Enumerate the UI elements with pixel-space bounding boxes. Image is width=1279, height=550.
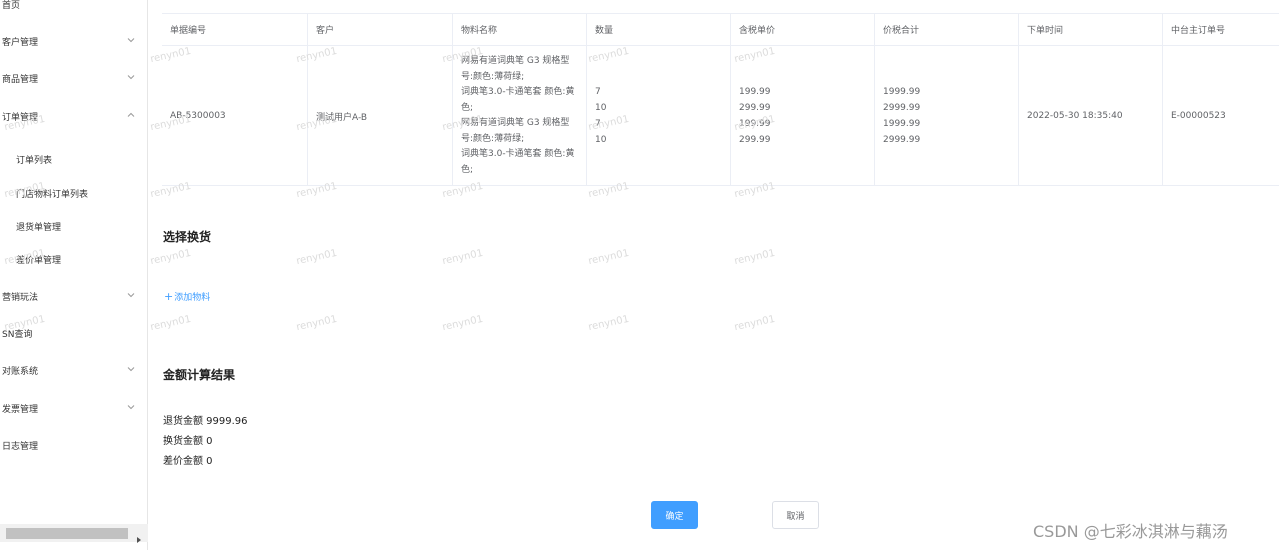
sidebar-item-label: 订单管理: [2, 112, 39, 123]
return-amount: 退货金额 9999.96: [163, 416, 248, 427]
table-row: AB-5300003 测试用户A-B 网易有道词典笔 G3 规格型 号:颜色:薄…: [162, 46, 1279, 186]
sidebar-item-label: 客户管理: [2, 37, 39, 48]
sidebar-item-label: SN查询: [2, 329, 33, 340]
sidebar-item-returns[interactable]: 退货单管理: [0, 214, 148, 238]
scroll-right-icon[interactable]: [135, 529, 143, 543]
material-line: 号:颜色:薄荷绿;: [461, 133, 525, 144]
sidebar-item-label: 首页: [2, 0, 21, 11]
sidebar-item-products[interactable]: 商品管理: [0, 66, 148, 90]
total-value: 1999.99: [883, 119, 921, 129]
result-section-title: 金额计算结果: [163, 368, 236, 382]
sidebar-item-invoices[interactable]: 发票管理: [0, 396, 148, 420]
chevron-down-icon: [127, 73, 135, 81]
cancel-button[interactable]: 取消: [772, 501, 819, 529]
cell-customer: 测试用户A-B: [308, 46, 453, 186]
material-line: 色;: [461, 102, 474, 113]
chevron-down-icon: [127, 365, 135, 373]
sidebar-item-logs[interactable]: 日志管理: [0, 433, 148, 457]
cell-unit-prices: 199.99 299.99 199.99 299.99: [731, 46, 875, 186]
sidebar-scrollbar[interactable]: [0, 524, 148, 543]
column-header: 含税单价: [731, 14, 875, 45]
cell-order-time: 2022-05-30 18:35:40: [1019, 46, 1163, 186]
column-header: 物料名称: [453, 14, 587, 45]
diff-amount: 差价金额 0: [163, 456, 213, 467]
sidebar-item-price-diff[interactable]: 差价单管理: [0, 247, 148, 271]
total-value: 1999.99: [883, 87, 921, 97]
total-value: 2999.99: [883, 135, 921, 145]
material-line: 词典笔3.0-卡通笔套 颜色:黄: [461, 87, 575, 97]
unit-price-value: 299.99: [739, 135, 771, 145]
material-line: 色;: [461, 164, 474, 175]
plus-icon: +: [164, 290, 174, 303]
column-header: 下单时间: [1019, 14, 1163, 45]
add-material-link[interactable]: + 添加物料: [164, 290, 210, 303]
chevron-down-icon: [127, 36, 135, 44]
exchange-section-title: 选择换货: [163, 230, 212, 244]
sidebar: 首页 客户管理 商品管理 订单管理 订单列表 门店物料订单列表 退货单管理 差价…: [0, 0, 148, 550]
quantity-value: 7: [595, 119, 601, 129]
sidebar-item-home[interactable]: 首页: [0, 0, 148, 16]
sidebar-item-label: 日志管理: [2, 441, 39, 452]
quantity-value: 10: [595, 135, 607, 145]
sidebar-item-store-material-orders[interactable]: 门店物料订单列表: [0, 181, 148, 205]
confirm-button[interactable]: 确定: [651, 501, 698, 529]
sidebar-item-reconciliation[interactable]: 对账系统: [0, 358, 148, 382]
main-content: 单据编号 客户 物料名称 数量 含税单价 价税合计 下单时间 中台主订单号 AB…: [149, 0, 1279, 550]
sidebar-item-orders[interactable]: 订单管理: [0, 104, 148, 128]
sidebar-item-label: 订单列表: [16, 155, 53, 166]
cell-totals: 1999.99 2999.99 1999.99 2999.99: [875, 46, 1019, 186]
sidebar-item-label: 营销玩法: [2, 292, 39, 303]
scrollbar-thumb[interactable]: [6, 528, 128, 539]
cell-materials: 网易有道词典笔 G3 规格型 号:颜色:薄荷绿; 词典笔3.0-卡通笔套 颜色:…: [453, 46, 587, 186]
column-header: 价税合计: [875, 14, 1019, 45]
unit-price-value: 199.99: [739, 119, 771, 129]
app: 首页 客户管理 商品管理 订单管理 订单列表 门店物料订单列表 退货单管理 差价…: [0, 0, 1279, 550]
material-line: 网易有道词典笔 G3 规格型: [461, 118, 570, 128]
sidebar-item-order-list[interactable]: 订单列表: [0, 147, 148, 171]
add-material-label: 添加物料: [174, 293, 211, 303]
column-header: 中台主订单号: [1171, 26, 1226, 36]
order-table: 单据编号 客户 物料名称 数量 含税单价 价税合计 下单时间 中台主订单号 AB…: [162, 13, 1279, 186]
chevron-up-icon: [127, 111, 135, 119]
csdn-credit: CSDN @七彩冰淇淋与藕汤: [1033, 522, 1228, 541]
cell-main-order-no: E-00000523: [1171, 111, 1226, 121]
column-header: 客户: [308, 14, 453, 45]
quantity-value: 7: [595, 87, 601, 97]
unit-price-value: 199.99: [739, 87, 771, 97]
sidebar-item-label: 发票管理: [2, 404, 39, 415]
sidebar-item-marketing[interactable]: 营销玩法: [0, 284, 148, 308]
sidebar-item-label: 对账系统: [2, 366, 39, 377]
column-header: 数量: [587, 14, 731, 45]
unit-price-value: 299.99: [739, 103, 771, 113]
sidebar-item-customers[interactable]: 客户管理: [0, 29, 148, 53]
sidebar-item-sn-query[interactable]: SN查询: [0, 321, 148, 345]
cell-quantities: 7 10 7 10: [587, 46, 731, 186]
column-header: 单据编号: [162, 14, 308, 45]
material-line: 词典笔3.0-卡通笔套 颜色:黄: [461, 149, 575, 159]
sidebar-item-label: 商品管理: [2, 74, 39, 85]
sidebar-item-label: 差价单管理: [16, 255, 62, 266]
sidebar-item-label: 退货单管理: [16, 222, 62, 233]
exchange-amount: 换货金额 0: [163, 436, 213, 447]
material-line: 网易有道词典笔 G3 规格型: [461, 56, 570, 66]
table-header: 单据编号 客户 物料名称 数量 含税单价 价税合计 下单时间 中台主订单号: [162, 14, 1279, 46]
sidebar-item-label: 门店物料订单列表: [16, 189, 89, 200]
cell-doc-no: AB-5300003: [162, 46, 308, 186]
chevron-down-icon: [127, 291, 135, 299]
material-line: 号:颜色:薄荷绿;: [461, 71, 525, 82]
quantity-value: 10: [595, 103, 607, 113]
chevron-down-icon: [127, 403, 135, 411]
total-value: 2999.99: [883, 103, 921, 113]
